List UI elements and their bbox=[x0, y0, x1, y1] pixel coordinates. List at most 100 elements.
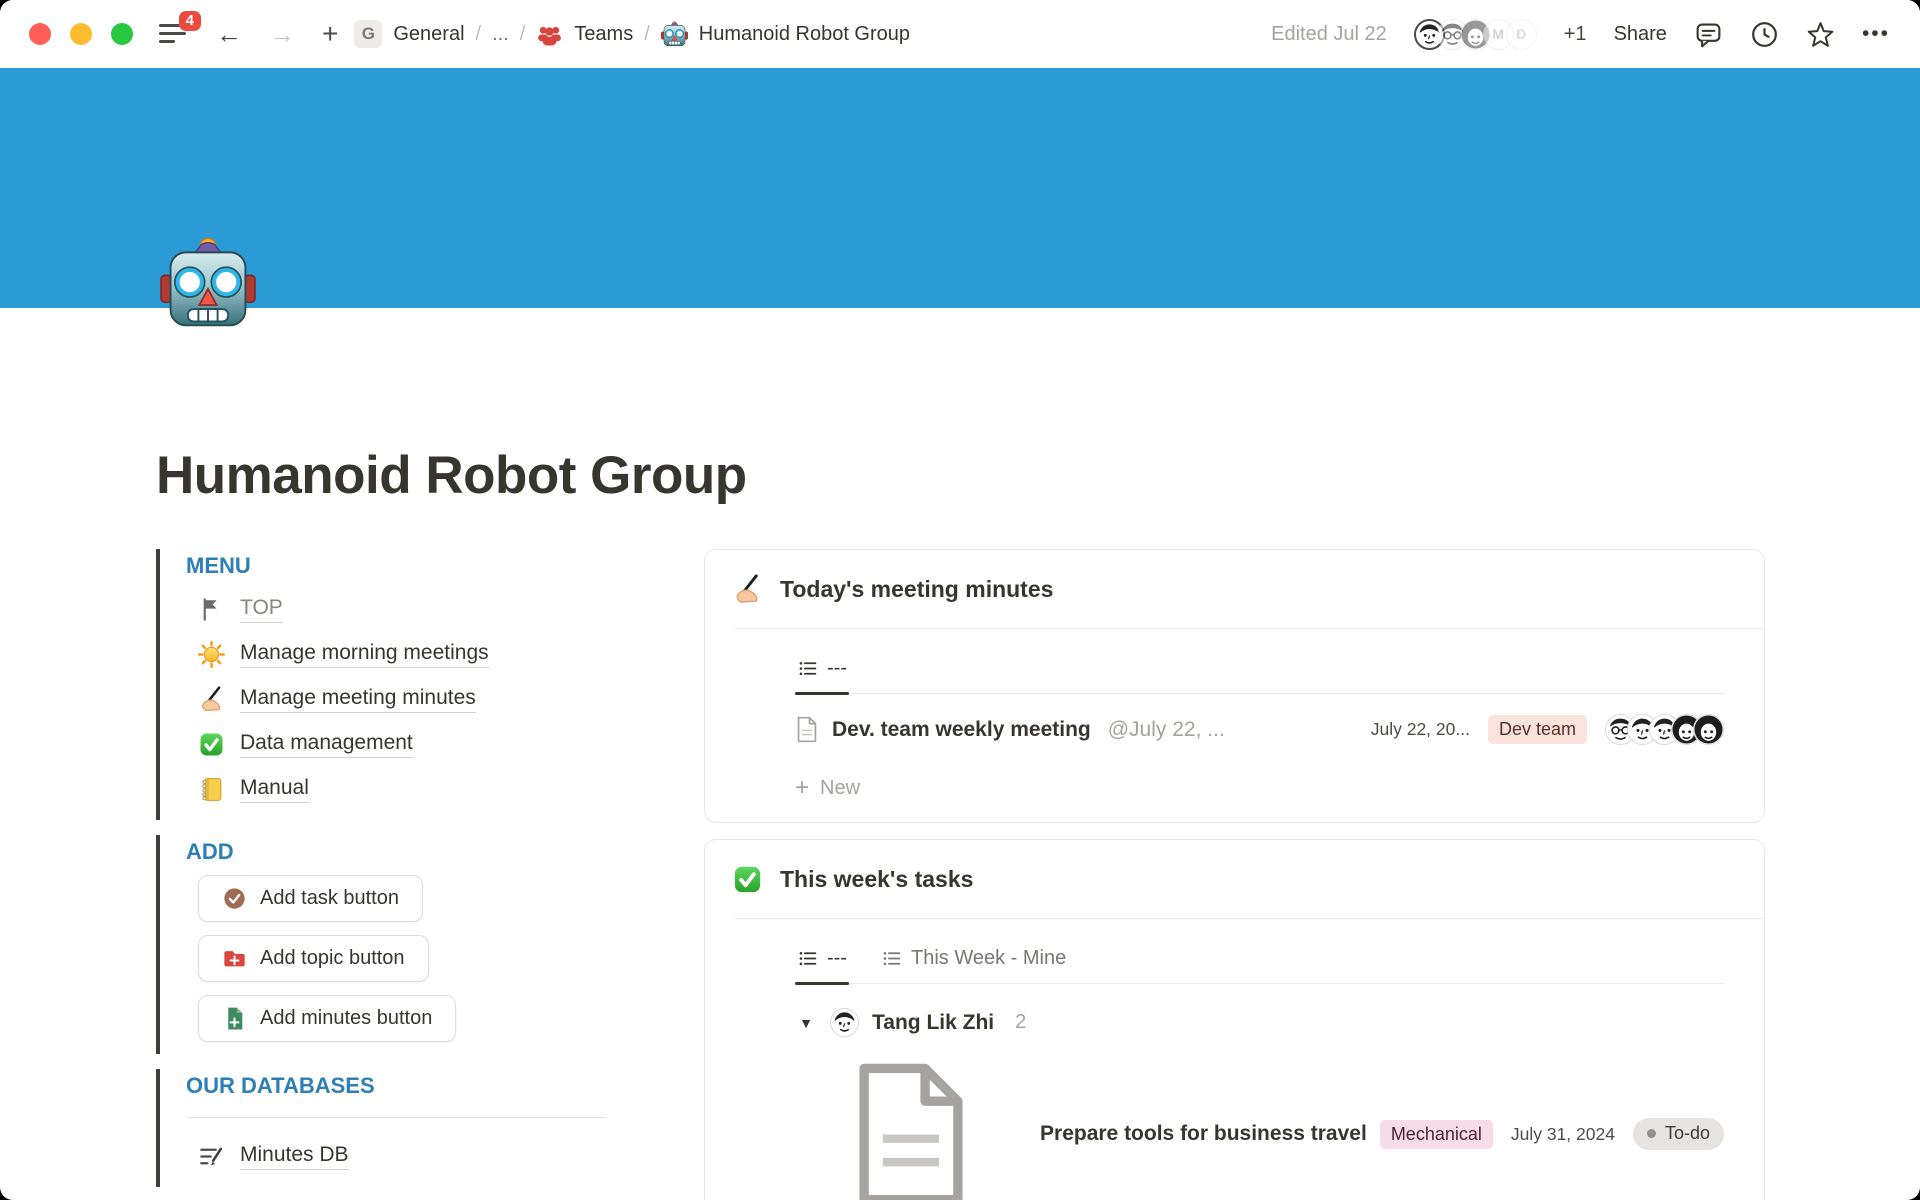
page-title[interactable]: Humanoid Robot Group bbox=[156, 445, 1765, 506]
view-tabs: --- This Week - Mine bbox=[795, 919, 1724, 984]
task-title[interactable]: Prepare tools for business travel bbox=[1040, 1122, 1367, 1146]
database-link[interactable]: Minutes DB bbox=[240, 1143, 349, 1170]
history-clock-icon[interactable] bbox=[1750, 20, 1779, 49]
avatar bbox=[830, 1008, 859, 1037]
add-callout: ADD Add task button Add topic button bbox=[156, 835, 634, 1054]
breadcrumb-teams[interactable]: Teams bbox=[574, 23, 633, 46]
more-options-button[interactable]: ••• bbox=[1862, 22, 1890, 46]
nav-controls: 4 ← → + bbox=[159, 20, 338, 48]
status-badge[interactable]: To-do bbox=[1633, 1118, 1724, 1150]
new-page-button[interactable]: + bbox=[322, 20, 338, 48]
check-mark-icon bbox=[732, 864, 763, 895]
favorite-star-icon[interactable] bbox=[1806, 20, 1835, 49]
forward-button[interactable]: → bbox=[269, 21, 295, 47]
menu-item-manual[interactable]: Manual bbox=[186, 767, 634, 812]
database-item-minutes-db[interactable]: Minutes DB bbox=[186, 1134, 634, 1179]
card-header: This week's tasks bbox=[705, 864, 1764, 895]
button-label: Add task button bbox=[260, 887, 399, 910]
meeting-title[interactable]: Dev. team weekly meeting bbox=[832, 718, 1091, 742]
card-title: This week's tasks bbox=[780, 866, 973, 893]
add-minutes-button[interactable]: Add minutes button bbox=[198, 995, 456, 1042]
list-view-icon bbox=[797, 658, 818, 679]
add-heading: ADD bbox=[186, 839, 634, 865]
tab-label: --- bbox=[827, 657, 847, 680]
date-mention[interactable]: @July 22, ... bbox=[1108, 718, 1225, 742]
menu-item-data-management[interactable]: Data management bbox=[186, 722, 634, 767]
list-view-icon bbox=[881, 948, 902, 969]
meeting-row[interactable]: Dev. team weekly meeting @July 22, ... J… bbox=[795, 694, 1724, 762]
new-row-button[interactable]: + New bbox=[795, 762, 1724, 806]
new-label: New bbox=[820, 777, 860, 800]
button-label: Add minutes button bbox=[260, 1007, 432, 1030]
team-tag[interactable]: Dev team bbox=[1488, 715, 1587, 744]
right-column: Today's meeting minutes --- Dev. tea bbox=[704, 549, 1765, 1200]
view-tab-default[interactable]: --- bbox=[795, 947, 849, 983]
zoom-button[interactable] bbox=[111, 23, 133, 45]
view-tab-this-week-mine[interactable]: This Week - Mine bbox=[879, 947, 1068, 983]
page-icon bbox=[795, 716, 819, 743]
category-tag[interactable]: Mechanical bbox=[1380, 1120, 1493, 1149]
writing-hand-icon bbox=[198, 686, 225, 713]
teams-icon bbox=[536, 21, 563, 48]
tab-label: This Week - Mine bbox=[911, 947, 1066, 970]
page-icon-robot[interactable] bbox=[160, 237, 256, 333]
robot-icon bbox=[661, 21, 688, 48]
breadcrumb-collapsed[interactable]: ... bbox=[492, 23, 509, 46]
presence-avatars: M D bbox=[1414, 19, 1537, 50]
toolbar-right: Edited Jul 22 M D +1 Share ••• bbox=[1271, 19, 1890, 50]
breadcrumb-separator: / bbox=[476, 23, 482, 46]
notification-badge: 4 bbox=[179, 11, 201, 31]
meeting-minutes-card: Today's meeting minutes --- Dev. tea bbox=[704, 549, 1765, 823]
menu-link[interactable]: Manage morning meetings bbox=[240, 641, 489, 668]
page-cover[interactable] bbox=[0, 68, 1920, 308]
avatar-overflow-count[interactable]: +1 bbox=[1564, 23, 1587, 46]
plus-icon: + bbox=[795, 776, 809, 800]
view-tab-default[interactable]: --- bbox=[795, 657, 849, 693]
compose-icon bbox=[198, 1143, 225, 1170]
breadcrumb-separator: / bbox=[520, 23, 526, 46]
menu-link[interactable]: Manual bbox=[240, 776, 309, 803]
collapse-triangle-icon[interactable]: ▼ bbox=[795, 1015, 817, 1031]
task-row[interactable]: Prepare tools for business travel Mechan… bbox=[795, 1047, 1724, 1200]
view-tabs: --- bbox=[795, 629, 1724, 694]
status-label: To-do bbox=[1665, 1123, 1710, 1144]
add-topic-button[interactable]: Add topic button bbox=[198, 935, 429, 982]
workspace-chip[interactable]: G bbox=[354, 20, 382, 48]
add-task-button[interactable]: Add task button bbox=[198, 875, 423, 922]
ledger-icon bbox=[198, 776, 225, 803]
page-icon bbox=[795, 1059, 1027, 1200]
group-count: 2 bbox=[1015, 1011, 1026, 1034]
menu-link[interactable]: Data management bbox=[240, 731, 413, 758]
back-button[interactable]: ← bbox=[216, 21, 242, 47]
page-content: Humanoid Robot Group MENU TOP Manage mor… bbox=[0, 445, 1920, 1200]
meeting-date: July 22, 20... bbox=[1371, 719, 1470, 740]
list-view-icon bbox=[797, 948, 818, 969]
menu-link[interactable]: Manage meeting minutes bbox=[240, 686, 476, 713]
sidebar-toggle-icon[interactable]: 4 bbox=[159, 21, 189, 47]
flag-icon bbox=[198, 596, 225, 623]
breadcrumb-workspace[interactable]: General bbox=[393, 23, 464, 46]
weekly-tasks-card: This week's tasks --- This Week - Mine bbox=[704, 839, 1765, 1200]
menu-link[interactable]: TOP bbox=[240, 596, 283, 623]
edited-timestamp[interactable]: Edited Jul 22 bbox=[1271, 23, 1387, 46]
minimize-button[interactable] bbox=[70, 23, 92, 45]
menu-item-meeting-minutes[interactable]: Manage meeting minutes bbox=[186, 677, 634, 722]
left-column: MENU TOP Manage morning meetings Manage … bbox=[156, 549, 634, 1200]
check-mark-icon bbox=[198, 731, 225, 758]
writing-hand-icon bbox=[732, 574, 763, 605]
avatar[interactable]: D bbox=[1506, 19, 1537, 50]
menu-heading: MENU bbox=[186, 553, 634, 579]
card-title: Today's meeting minutes bbox=[780, 576, 1053, 603]
status-dot-icon bbox=[1647, 1129, 1656, 1138]
notion-window: 4 ← → + G General / ... / Teams / Humano… bbox=[0, 0, 1920, 1200]
menu-item-top[interactable]: TOP bbox=[186, 587, 634, 632]
traffic-lights bbox=[29, 23, 133, 45]
close-button[interactable] bbox=[29, 23, 51, 45]
breadcrumb: G General / ... / Teams / Humanoid Robot… bbox=[354, 20, 910, 48]
comments-icon[interactable] bbox=[1694, 20, 1723, 49]
group-name[interactable]: Tang Lik Zhi bbox=[872, 1011, 994, 1035]
menu-item-morning-meetings[interactable]: Manage morning meetings bbox=[186, 632, 634, 677]
tab-label: --- bbox=[827, 947, 847, 970]
breadcrumb-page[interactable]: Humanoid Robot Group bbox=[699, 23, 910, 46]
share-button[interactable]: Share bbox=[1614, 23, 1667, 46]
